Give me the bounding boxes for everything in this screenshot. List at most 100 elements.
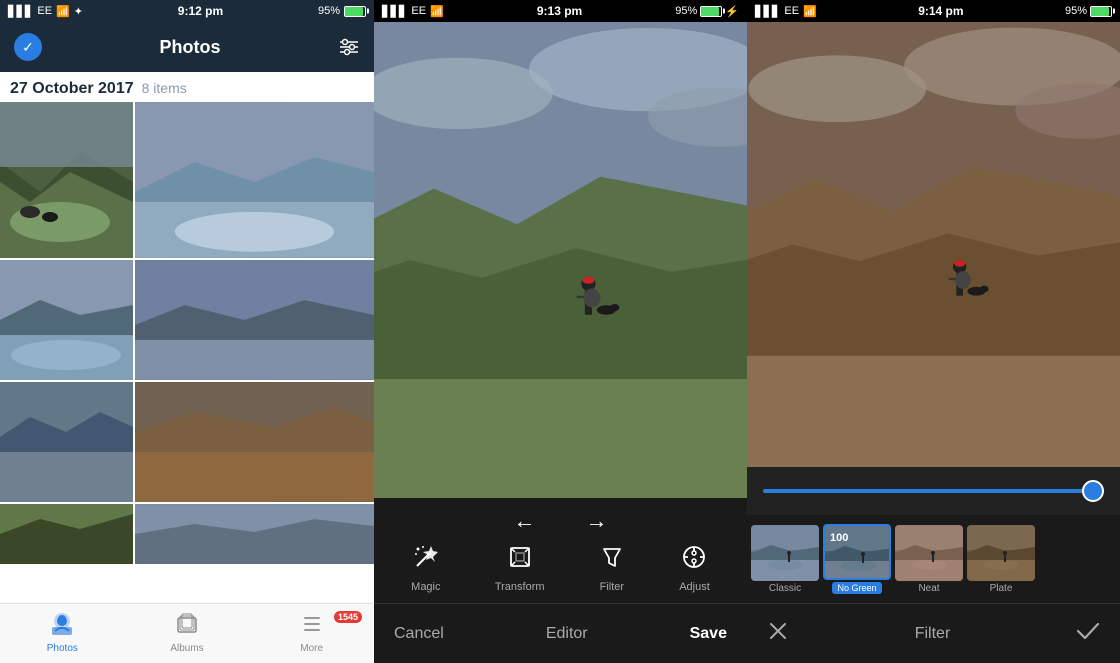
- filter-battery: 95%: [1065, 5, 1112, 17]
- editor-section-label: Editor: [546, 625, 588, 643]
- filter-time: 9:14 pm: [918, 4, 963, 18]
- filter-classic-img: [751, 525, 819, 581]
- editor-photo: [374, 22, 747, 498]
- tab-albums[interactable]: Albums: [125, 613, 250, 654]
- photo-item-6[interactable]: [135, 382, 374, 502]
- sliders-icon: [338, 38, 360, 56]
- filter-classic-label: Classic: [769, 583, 801, 594]
- editor-signal: ▋▋▋ EE 📶: [382, 5, 444, 18]
- photo-row-4: [0, 504, 374, 564]
- filter-battery-icon: [1090, 6, 1112, 17]
- charging-icon: ⚡: [725, 5, 739, 18]
- editor-signal-bars: ▋▋▋: [382, 5, 407, 18]
- more-tab-icon: [301, 613, 323, 641]
- status-bar-photos: ▋▋▋ EE 📶 ✦ 9:12 pm 95%: [0, 0, 374, 22]
- photo-2-image: [135, 102, 374, 258]
- filter-confirm-button[interactable]: [1076, 621, 1100, 646]
- wifi-icon: 📶: [56, 5, 70, 18]
- editor-save-button[interactable]: Save: [690, 625, 727, 643]
- tab-bar: Photos Albums More 1545: [0, 603, 374, 663]
- filter-slider-thumb[interactable]: [1082, 480, 1104, 502]
- filter-signal: ▋▋▋ EE 📶: [755, 5, 817, 18]
- filter-neat[interactable]: Neat: [895, 525, 963, 594]
- neat-preview: [895, 525, 963, 581]
- photo-3-image: [0, 260, 133, 380]
- filter-neat-label: Neat: [918, 583, 939, 594]
- filter-nogreen-label: No Green: [832, 582, 881, 594]
- filter-slider-track[interactable]: [763, 489, 1104, 493]
- more-badge: 1545: [334, 611, 362, 623]
- photo-grid: [0, 102, 374, 603]
- filter-slider-area: [747, 467, 1120, 515]
- signal-bars: ▋▋▋: [8, 5, 33, 18]
- check-icon: ✓: [22, 39, 34, 56]
- editor-battery: 95% ⚡: [675, 5, 739, 18]
- photo-item-4[interactable]: [135, 260, 374, 380]
- tab-photos[interactable]: Photos: [0, 613, 125, 654]
- check-button[interactable]: ✓: [14, 33, 42, 61]
- more-tab-label: More: [300, 643, 323, 654]
- photo-item-1[interactable]: [0, 102, 133, 258]
- adjust-tool[interactable]: Adjust: [679, 544, 710, 593]
- magic-tool[interactable]: Magic: [411, 544, 440, 593]
- filter-cancel-button[interactable]: [767, 620, 789, 648]
- transform-tool[interactable]: Transform: [495, 544, 545, 593]
- transform-icon: [507, 544, 533, 577]
- filter-panel: ▋▋▋ EE 📶 9:14 pm 95%: [747, 0, 1120, 663]
- nav-bar-photos: ✓ Photos: [0, 22, 374, 72]
- filter-photo: [747, 22, 1120, 467]
- classic-preview: [751, 525, 819, 581]
- editor-time: 9:13 pm: [537, 4, 582, 18]
- magic-label: Magic: [411, 581, 440, 593]
- albums-tab-label: Albums: [170, 643, 203, 654]
- date-header: 27 October 2017 8 items: [0, 72, 374, 102]
- nav-title-photos: Photos: [160, 37, 221, 58]
- photo-item-8[interactable]: [135, 504, 374, 564]
- undo-button[interactable]: ←: [514, 508, 536, 534]
- filter-button[interactable]: [338, 38, 360, 56]
- filter-icon: [599, 544, 625, 577]
- filter-nogreen[interactable]: 100 No Green: [823, 524, 891, 594]
- filter-tool[interactable]: Filter: [599, 544, 625, 593]
- filter-nogreen-img: 100: [823, 524, 891, 580]
- photo-item-7[interactable]: [0, 504, 133, 564]
- undo-redo-bar: ← →: [374, 498, 747, 539]
- filter-photo-area: [747, 22, 1120, 467]
- photos-tab-label: Photos: [47, 643, 78, 654]
- tab-more[interactable]: More 1545: [249, 613, 374, 654]
- photos-tab-icon: [50, 613, 74, 641]
- albums-tab-icon: [176, 613, 198, 641]
- filter-plate[interactable]: Plate: [967, 525, 1035, 594]
- redo-button[interactable]: →: [586, 508, 608, 534]
- adjust-label: Adjust: [679, 581, 710, 593]
- photo-4-image: [135, 260, 374, 380]
- network-label: EE: [37, 5, 52, 17]
- photos-icon: [50, 613, 74, 635]
- photo-6-image: [135, 382, 374, 502]
- photo-8-image: [135, 504, 374, 564]
- nogreen-preview: 100: [825, 526, 891, 580]
- filter-battery-pct: 95%: [1065, 5, 1087, 17]
- filter-icon-svg: [599, 544, 625, 570]
- photo-row-3: [0, 382, 374, 502]
- photo-item-2[interactable]: [135, 102, 374, 258]
- filter-plate-img: [967, 525, 1035, 581]
- photo-item-5[interactable]: [0, 382, 133, 502]
- adjust-icon: [681, 544, 707, 577]
- editor-cancel-button[interactable]: Cancel: [394, 625, 444, 643]
- filter-signal-bars: ▋▋▋: [755, 5, 780, 18]
- more-icon: [301, 613, 323, 635]
- filter-bottom-bar: Filter: [747, 603, 1120, 663]
- filter-neat-img: [895, 525, 963, 581]
- editor-photo-area: [374, 22, 747, 498]
- status-bar-filter: ▋▋▋ EE 📶 9:14 pm 95%: [747, 0, 1120, 22]
- filter-section-label: Filter: [915, 625, 951, 643]
- editor-battery-icon: [700, 6, 722, 17]
- status-time-photos: 9:12 pm: [178, 4, 223, 18]
- editor-wifi-icon: 📶: [430, 5, 444, 18]
- filter-classic[interactable]: Classic: [751, 525, 819, 594]
- photo-item-3[interactable]: [0, 260, 133, 380]
- items-count: 8 items: [142, 80, 187, 96]
- x-icon: [767, 620, 789, 642]
- editor-battery-pct: 95%: [675, 5, 697, 17]
